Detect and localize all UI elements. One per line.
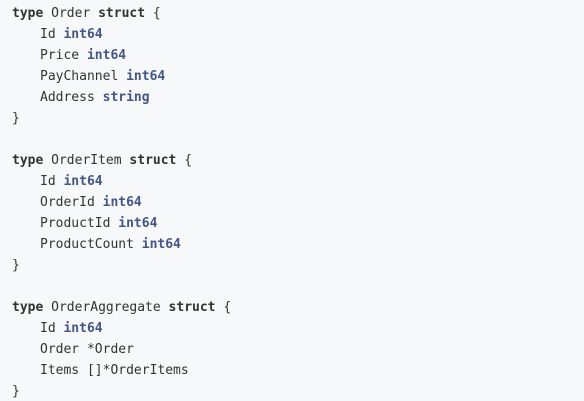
field-name: Order bbox=[40, 342, 80, 357]
field-type: []*OrderItems bbox=[86, 363, 189, 378]
field-type: int64 bbox=[63, 321, 103, 336]
struct-keyword: struct bbox=[129, 153, 177, 168]
field-line: Id int64 bbox=[12, 171, 584, 192]
close-brace-line: } bbox=[12, 381, 584, 401]
type-keyword: type bbox=[12, 6, 44, 21]
struct-keyword: struct bbox=[168, 300, 216, 315]
field-line: Order *Order bbox=[12, 339, 584, 360]
type-keyword: type bbox=[12, 300, 44, 315]
field-name: ProductCount bbox=[40, 237, 134, 252]
field-type: *Order bbox=[86, 342, 134, 357]
type-keyword: type bbox=[12, 153, 44, 168]
field-name: Id bbox=[40, 174, 56, 189]
field-name: PayChannel bbox=[40, 69, 119, 84]
field-type: string bbox=[102, 90, 150, 105]
code-block: type Order struct { Id int64 Price int64… bbox=[0, 0, 584, 401]
close-brace: } bbox=[12, 258, 20, 273]
field-name: Address bbox=[40, 90, 95, 105]
close-brace-line: } bbox=[12, 255, 584, 276]
field-type: int64 bbox=[63, 174, 103, 189]
struct-declaration-line: type Order struct { bbox=[12, 3, 584, 24]
field-type: int64 bbox=[126, 69, 166, 84]
field-line: Id int64 bbox=[12, 318, 584, 339]
struct-name: Order bbox=[51, 6, 91, 21]
field-name: Items bbox=[40, 363, 80, 378]
struct-declaration-line: type OrderAggregate struct { bbox=[12, 297, 584, 318]
field-line: ProductCount int64 bbox=[12, 234, 584, 255]
field-name: OrderId bbox=[40, 195, 95, 210]
field-line: OrderId int64 bbox=[12, 192, 584, 213]
struct-name: OrderItem bbox=[51, 153, 122, 168]
open-brace: { bbox=[223, 300, 232, 315]
field-line: ProductId int64 bbox=[12, 213, 584, 234]
field-type: int64 bbox=[86, 48, 127, 63]
close-brace-line: } bbox=[12, 108, 584, 129]
field-name: Price bbox=[40, 48, 80, 63]
field-name: ProductId bbox=[40, 216, 111, 231]
field-line: Id int64 bbox=[12, 24, 584, 45]
field-type: int64 bbox=[102, 195, 142, 210]
close-brace: } bbox=[12, 384, 20, 399]
field-type: int64 bbox=[63, 27, 103, 42]
field-line: Address string bbox=[12, 87, 584, 108]
struct-declaration-line: type OrderItem struct { bbox=[12, 150, 584, 171]
open-brace: { bbox=[184, 153, 193, 168]
struct-keyword: struct bbox=[98, 6, 146, 21]
close-brace: } bbox=[12, 111, 20, 126]
field-line: PayChannel int64 bbox=[12, 66, 584, 87]
field-line: Price int64 bbox=[12, 45, 584, 66]
field-name: Id bbox=[40, 321, 56, 336]
struct-name: OrderAggregate bbox=[51, 300, 161, 315]
field-type: int64 bbox=[118, 216, 158, 231]
field-name: Id bbox=[40, 27, 56, 42]
open-brace: { bbox=[152, 6, 161, 21]
field-type: int64 bbox=[141, 237, 181, 252]
field-line: Items []*OrderItems bbox=[12, 360, 584, 381]
